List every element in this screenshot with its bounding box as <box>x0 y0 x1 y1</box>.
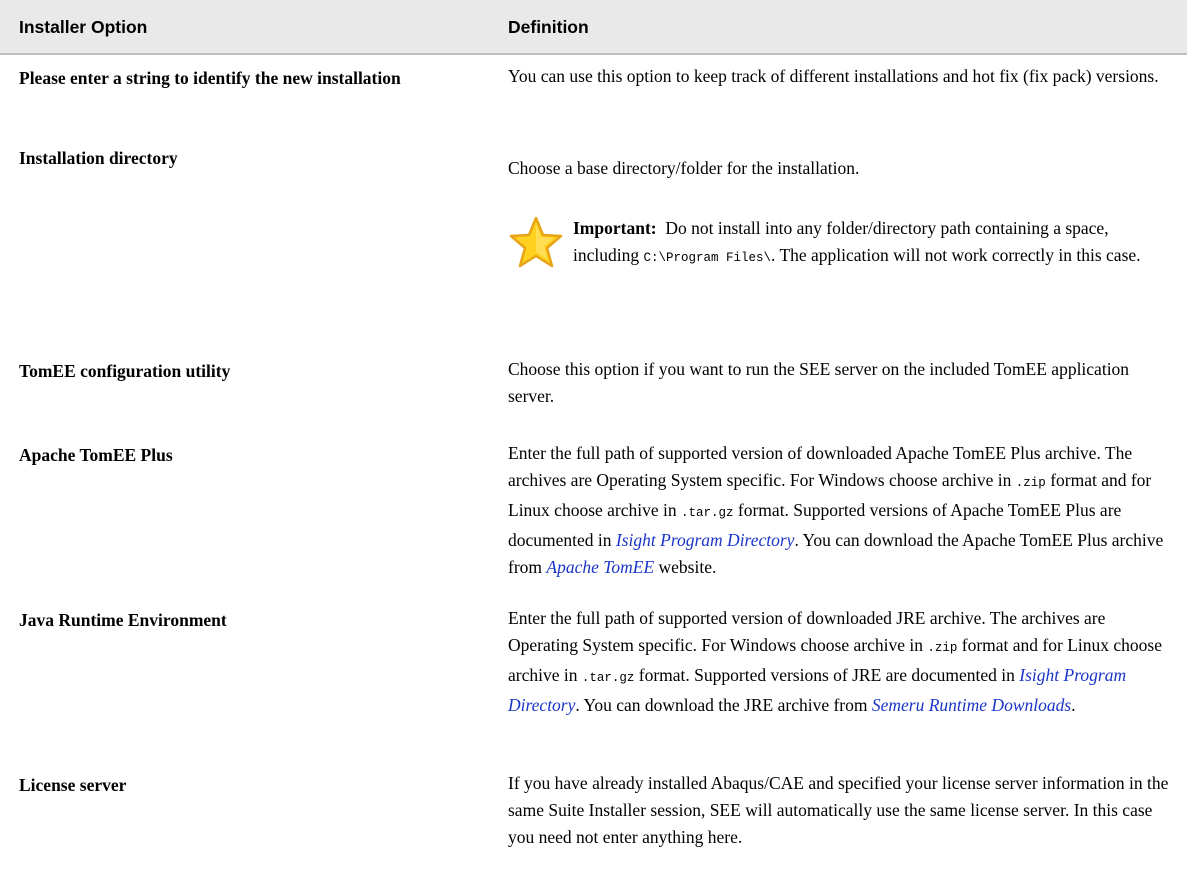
program-files-path: C:\Program Files\ <box>643 251 772 265</box>
definition-installation-directory: Choose a base directory/folder for the i… <box>508 158 860 178</box>
definition-identify-installation: You can use this option to keep track of… <box>508 66 1159 86</box>
option-installation-directory: Installation directory <box>19 148 178 168</box>
definition-apache-tomee-plus: Enter the full path of supported version… <box>508 443 1164 577</box>
definition-tomee-configuration-utility: Choose this option if you want to run th… <box>508 359 1130 406</box>
apache-tomee-link[interactable]: Apache TomEE <box>546 557 654 577</box>
header-definition: Definition <box>508 17 589 37</box>
semeru-runtime-downloads-link[interactable]: Semeru Runtime Downloads <box>872 695 1071 715</box>
zip-format-code: .zip <box>927 641 958 655</box>
option-java-runtime-environment: Java Runtime Environment <box>19 610 227 630</box>
option-apache-tomee-plus: Apache TomEE Plus <box>19 445 173 465</box>
star-icon <box>509 216 563 268</box>
zip-format-code: .zip <box>1015 476 1046 490</box>
targz-format-code: .tar.gz <box>681 506 734 520</box>
option-tomee-configuration-utility: TomEE configuration utility <box>19 361 231 381</box>
table-header: Installer Option Definition <box>0 0 1187 55</box>
targz-format-code: .tar.gz <box>581 671 635 685</box>
definition-license-server: If you have already installed Abaqus/CAE… <box>508 773 1169 847</box>
option-identify-installation: Please enter a string to identify the ne… <box>19 68 401 88</box>
definition-java-runtime-environment: Enter the full path of supported version… <box>508 608 1162 715</box>
important-label: Important: <box>573 218 657 238</box>
important-note-text: Important: Do not install into any folde… <box>573 218 1141 265</box>
isight-program-directory-link[interactable]: Isight Program Directory <box>616 530 795 550</box>
header-installer-option: Installer Option <box>19 17 148 37</box>
option-license-server: License server <box>19 775 127 795</box>
